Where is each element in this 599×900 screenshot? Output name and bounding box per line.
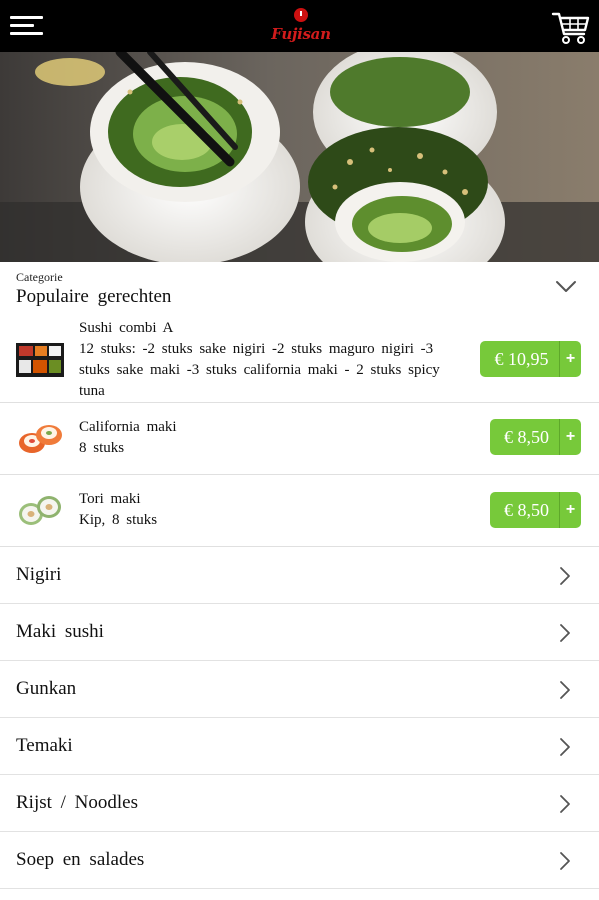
product-name: California maki [79, 419, 177, 435]
tori-maki-thumbnail [19, 496, 61, 525]
add-to-cart-button[interactable]: € 8,50 + [490, 419, 581, 455]
logo-mark-icon [294, 8, 308, 22]
plus-icon: + [559, 492, 581, 528]
category-item-maki-sushi[interactable]: Maki sushi [0, 604, 599, 661]
hamburger-menu-icon[interactable] [10, 15, 44, 37]
category-item-label: Rijst / Noodles [16, 792, 139, 813]
chevron-down-icon [556, 281, 576, 292]
price-label: € 10,95 [494, 348, 549, 369]
product-row[interactable]: California maki 8 stuks € 8,50 + [0, 403, 599, 475]
category-title: Populaire gerechten [16, 286, 172, 307]
category-item-label: Temaki [16, 735, 73, 756]
product-info: Tori maki Kip, 8 stuks [79, 489, 454, 531]
product-info: California maki 8 stuks [79, 417, 454, 459]
product-row[interactable]: Sushi combi A 12 stuks: -2 stuks sake ni… [0, 312, 599, 403]
hero-sushi-image [0, 52, 599, 262]
product-info: Sushi combi A 12 stuks: -2 stuks sake ni… [79, 318, 454, 402]
category-item-label: Nigiri [16, 564, 62, 585]
chevron-right-icon [560, 852, 570, 870]
product-description: 12 stuks: -2 stuks sake nigiri -2 stuks … [79, 341, 440, 399]
category-item-nigiri[interactable]: Nigiri [0, 547, 599, 604]
chevron-right-icon [560, 795, 570, 813]
category-item-label: Maki sushi [16, 621, 104, 642]
category-selector[interactable]: Categorie Populaire gerechten [0, 262, 599, 312]
category-item-label: Soep en salades [16, 849, 145, 870]
chevron-right-icon [560, 738, 570, 756]
category-item-soep-en-salades[interactable]: Soep en salades [0, 832, 599, 889]
chevron-right-icon [560, 624, 570, 642]
california-maki-thumbnail [19, 425, 62, 453]
logo-text: Fujisan [271, 25, 331, 43]
add-to-cart-button[interactable]: € 10,95 + [480, 341, 581, 377]
top-app-bar: Fujisan [0, 0, 599, 52]
restaurant-logo: Fujisan [266, 8, 336, 46]
plus-icon: + [559, 419, 581, 455]
shopping-cart-icon[interactable] [551, 8, 591, 46]
chevron-right-icon [560, 567, 570, 585]
category-item-rijst-noodles[interactable]: Rijst / Noodles [0, 775, 599, 832]
category-item-label: Gunkan [16, 678, 77, 699]
chevron-right-icon [560, 681, 570, 699]
product-description: Kip, 8 stuks [79, 512, 158, 528]
category-caption: Categorie [16, 270, 63, 284]
add-to-cart-button[interactable]: € 8,50 + [490, 492, 581, 528]
product-row[interactable]: Tori maki Kip, 8 stuks € 8,50 + [0, 475, 599, 547]
product-name: Tori maki [79, 491, 141, 507]
category-item-gunkan[interactable]: Gunkan [0, 661, 599, 718]
price-label: € 8,50 [504, 426, 549, 447]
sushi-combi-thumbnail [16, 343, 64, 377]
product-name: Sushi combi A [79, 320, 174, 336]
product-description: 8 stuks [79, 440, 125, 456]
price-label: € 8,50 [504, 499, 549, 520]
plus-icon: + [559, 341, 581, 377]
category-item-temaki[interactable]: Temaki [0, 718, 599, 775]
